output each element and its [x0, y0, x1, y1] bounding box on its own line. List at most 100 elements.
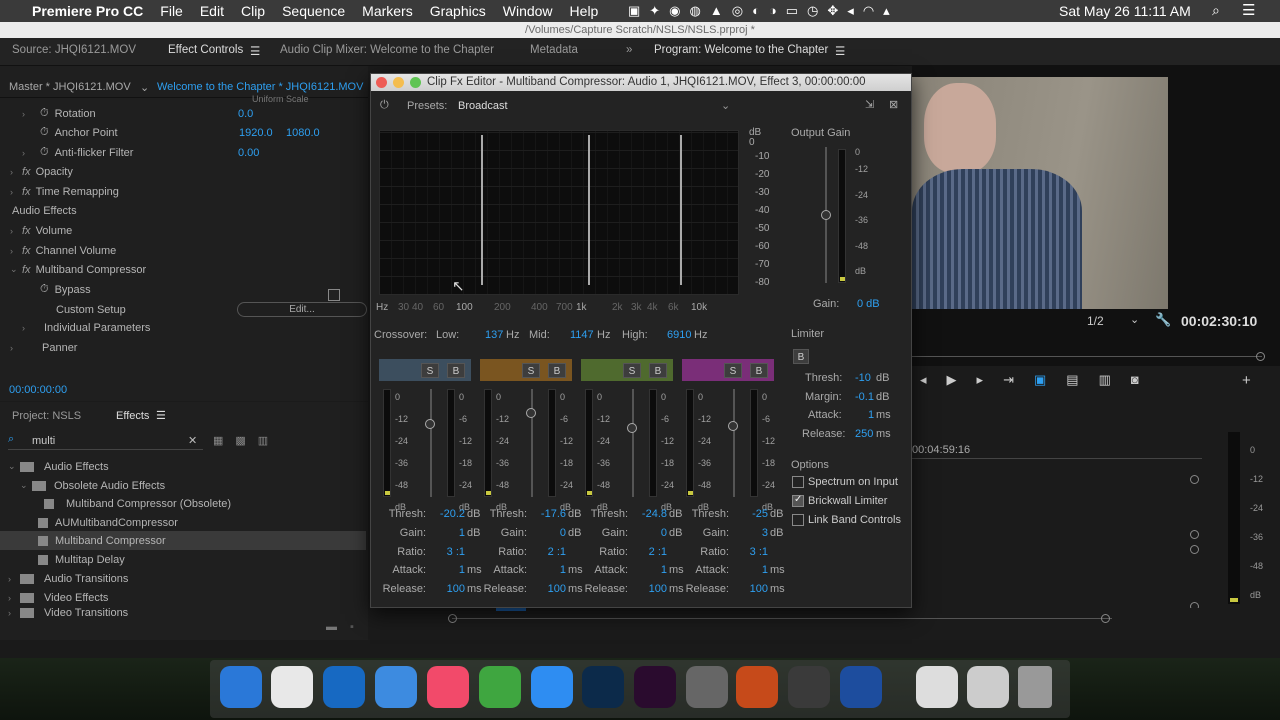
tab-program[interactable]: Program: Welcome to the Chapter	[654, 44, 828, 56]
messages-icon[interactable]	[375, 666, 417, 708]
step-forward-icon[interactable]: ▸	[977, 372, 1004, 387]
list-item[interactable]: › Audio Transitions	[8, 569, 128, 588]
app-menu[interactable]: Premiere Pro CC	[32, 3, 143, 19]
rotation-value[interactable]: 0.0	[238, 108, 253, 120]
band-attack-value[interactable]: 1	[427, 564, 465, 576]
band-attack-value[interactable]: 1	[730, 564, 768, 576]
band-release-value[interactable]: 100	[427, 583, 465, 595]
list-item[interactable]: › Video Effects	[8, 588, 108, 607]
evernote-icon[interactable]	[479, 666, 521, 708]
status-icons[interactable]: ▣✦◉◍▲◎◐◑▭◷✥◂◠▴	[628, 3, 899, 19]
list-item[interactable]: Multiband Compressor (Obsolete)	[44, 494, 231, 513]
tab-effect-controls[interactable]: Effect Controls	[168, 44, 243, 56]
zoom-icon[interactable]	[531, 666, 573, 708]
limiter-release-value[interactable]: 250	[855, 428, 873, 440]
band-attack-value[interactable]: 1	[629, 564, 667, 576]
band-thresh-knob[interactable]	[728, 421, 738, 431]
tab-audio-clip-mixer[interactable]: Audio Clip Mixer: Welcome to the Chapter	[280, 44, 494, 56]
scrubber-end-handle[interactable]	[1256, 352, 1265, 361]
menu-help[interactable]: Help	[570, 3, 599, 19]
band-attack-value[interactable]: 1	[528, 564, 566, 576]
crossover-high-value[interactable]: 6910	[667, 329, 691, 341]
ec-master-label[interactable]: Master * JHQI6121.MOV	[9, 81, 131, 93]
tab-project[interactable]: Project: NSLS	[12, 410, 81, 422]
tab-effects[interactable]: Effects	[116, 410, 149, 422]
brickwall-limiter-option[interactable]: ✓ Brickwall Limiter	[792, 494, 887, 508]
crossover-low-value[interactable]: 137	[485, 329, 503, 341]
effects-menu-icon[interactable]: ☰	[156, 409, 166, 422]
bypass-button[interactable]: B	[750, 363, 768, 378]
crossover-mid-value[interactable]: 1147	[570, 329, 594, 341]
tab-metadata[interactable]: Metadata	[530, 44, 578, 56]
band-thresh-knob[interactable]	[526, 408, 536, 418]
band-thresh-knob[interactable]	[425, 419, 435, 429]
stopwatch-icon[interactable]: ⏱	[40, 107, 49, 120]
close-window-icon[interactable]	[376, 77, 387, 88]
band-gain-value[interactable]: 0	[528, 527, 566, 539]
word-icon[interactable]	[840, 666, 882, 708]
camera-icon[interactable]: ◙	[1131, 372, 1159, 387]
list-item[interactable]: Multitap Delay	[38, 550, 125, 569]
solo-button[interactable]: S	[623, 363, 641, 378]
ec-dropdown-icon[interactable]: ⌄	[140, 81, 149, 94]
menu-markers[interactable]: Markers	[362, 3, 413, 19]
minimize-window-icon[interactable]	[393, 77, 404, 88]
track-handle[interactable]	[1190, 545, 1199, 554]
stopwatch-icon[interactable]: ⏱	[40, 146, 49, 159]
output-gain-value[interactable]: 0 dB	[857, 298, 880, 310]
band-thresh-value[interactable]: -24.8	[629, 508, 667, 520]
premiere-icon[interactable]	[634, 666, 676, 708]
row-panner[interactable]: › Panner	[0, 338, 77, 357]
row-channel-volume[interactable]: › fx Channel Volume	[0, 241, 116, 260]
tab-source[interactable]: Source: JHQI6121.MOV	[12, 44, 136, 56]
limiter-attack-value[interactable]: 1	[868, 409, 874, 421]
band-ratio-value[interactable]: 2 :1	[629, 546, 667, 558]
solo-button[interactable]: S	[724, 363, 742, 378]
menu-graphics[interactable]: Graphics	[430, 3, 486, 19]
chrome-icon[interactable]	[271, 666, 313, 708]
bypass-button[interactable]: B	[447, 363, 465, 378]
bypass-checkbox[interactable]	[327, 288, 340, 301]
zoom-scrollbar[interactable]	[452, 618, 1112, 619]
video-icon[interactable]	[686, 666, 728, 708]
band-thresh-slider[interactable]	[632, 389, 634, 497]
save-preset-icon[interactable]: ⇲	[865, 98, 874, 111]
band-thresh-slider[interactable]	[531, 389, 533, 497]
fraction-dropdown-icon[interactable]: ⌄	[1130, 313, 1139, 326]
band-thresh-slider[interactable]	[733, 389, 735, 497]
panel-menu-icon[interactable]: ☰	[250, 44, 260, 58]
stopwatch-icon[interactable]: ⏱	[40, 126, 49, 139]
band-gain-value[interactable]: 1	[427, 527, 465, 539]
delete-preset-icon[interactable]: ⊠	[889, 98, 898, 111]
itunes-icon[interactable]	[427, 666, 469, 708]
list-item[interactable]: ⌄ Audio Effects	[8, 457, 109, 476]
program-scrubber[interactable]	[912, 356, 1262, 357]
solo-button[interactable]: S	[421, 363, 439, 378]
menubar-clock[interactable]: Sat May 26 11:11 AM	[1059, 3, 1191, 19]
compare-icon[interactable]: ▥	[1099, 372, 1131, 387]
crossover-high-line[interactable]	[680, 135, 682, 285]
crossover-mid-line[interactable]	[588, 135, 590, 285]
preview-icon[interactable]	[967, 666, 1009, 708]
spectrum-graph[interactable]: ↖	[379, 130, 739, 295]
anchor-x-value[interactable]: 1920.0	[239, 127, 273, 139]
menu-file[interactable]: File	[160, 3, 183, 19]
play-icon[interactable]: ▶	[947, 372, 977, 387]
edit-button[interactable]: Edit...	[237, 302, 367, 317]
ec-timecode[interactable]: 00:00:00:00	[9, 384, 67, 396]
band-ratio-value[interactable]: 3 :1	[427, 546, 465, 558]
more-tabs-icon[interactable]: »	[626, 44, 632, 56]
trash-icon[interactable]: ▪	[350, 621, 354, 633]
stopwatch-icon[interactable]: ⏱	[40, 283, 49, 296]
expand-icon[interactable]: ›	[22, 109, 34, 119]
scroll-handle-right[interactable]	[1101, 614, 1110, 623]
track-handle[interactable]	[1190, 475, 1199, 484]
zoom-fraction[interactable]: 1/2	[1087, 314, 1104, 328]
band-release-value[interactable]: 100	[629, 583, 667, 595]
row-multiband[interactable]: ⌄ fx Multiband Compressor	[0, 260, 146, 279]
band-thresh-value[interactable]: -17.6	[528, 508, 566, 520]
checkbox[interactable]	[792, 476, 804, 489]
list-item[interactable]: AUMultibandCompressor	[38, 513, 178, 532]
scroll-handle-left[interactable]	[448, 614, 457, 623]
checkbox-checked[interactable]: ✓	[792, 494, 804, 508]
